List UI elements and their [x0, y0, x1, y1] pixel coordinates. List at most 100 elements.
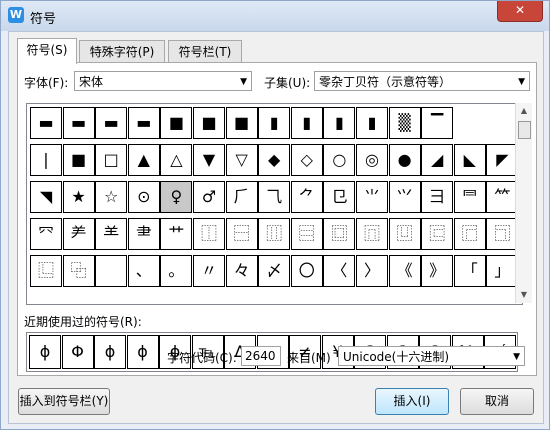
symbol-cell[interactable]: ▒: [388, 107, 421, 139]
symbol-cell[interactable]: ▲: [127, 144, 160, 176]
font-select[interactable]: 宋体 ▼: [74, 71, 252, 91]
symbol-cell[interactable]: 。: [160, 255, 193, 287]
title-bar[interactable]: W 符号 ✕: [1, 1, 549, 31]
window-title: 符号: [30, 12, 57, 27]
symbol-cell[interactable]: ▔: [421, 107, 454, 139]
symbol-cell[interactable]: ⿲: [258, 218, 291, 250]
symbol-cell[interactable]: ■: [225, 107, 258, 139]
subset-select[interactable]: 零杂丁贝符（示意符等） ▼: [314, 71, 530, 91]
symbol-cell[interactable]: □: [95, 144, 128, 176]
from-label: 来自(M): [287, 351, 331, 365]
symbol-cell[interactable]: ⿰: [193, 218, 225, 250]
symbol-cell[interactable]: 」: [486, 255, 519, 287]
symbol-cell[interactable]: ⺾: [160, 218, 193, 250]
symbol-cell[interactable]: ⺻: [127, 218, 160, 250]
char-code-input[interactable]: 2640: [241, 346, 281, 366]
symbol-cell[interactable]: 〆: [258, 255, 291, 287]
symbol-cell[interactable]: ◥: [30, 181, 62, 213]
symbol-cell[interactable]: ▼: [193, 144, 225, 176]
symbol-cell[interactable]: ■: [160, 107, 193, 139]
symbol-cell[interactable]: ☆: [95, 181, 128, 213]
symbol-cell[interactable]: ⿷: [421, 218, 454, 250]
tab-symbol-bar[interactable]: 符号栏(T): [168, 40, 242, 63]
symbol-cell[interactable]: 「: [453, 255, 486, 287]
symbol-cell[interactable]: ▮: [323, 107, 356, 139]
cancel-button[interactable]: 取消: [460, 388, 534, 415]
symbol-cell[interactable]: 、: [127, 255, 160, 287]
scroll-thumb[interactable]: [518, 121, 531, 139]
encoding-select[interactable]: Unicode(十六进制) ▼: [338, 346, 525, 366]
symbol-cell[interactable]: ▬: [95, 107, 128, 139]
symbol-cell[interactable]: ○: [323, 144, 356, 176]
font-label: 字体(F):: [24, 76, 69, 90]
scroll-down-icon[interactable]: ▼: [516, 287, 532, 303]
symbol-cell[interactable]: ♀: [160, 181, 193, 213]
symbol-cell[interactable]: ⺕: [421, 181, 454, 213]
symbol-cell[interactable]: ★: [62, 181, 95, 213]
symbol-grid-scrollbar[interactable]: ▲ ▼: [515, 103, 532, 303]
tab-symbols[interactable]: 符号(S): [17, 38, 77, 64]
symbol-cell[interactable]: ■: [193, 107, 225, 139]
symbol-cell[interactable]: ⿹: [486, 218, 519, 250]
symbol-cell[interactable]: ⺈: [290, 181, 323, 213]
recent-symbol-cell[interactable]: ɸ: [94, 335, 126, 369]
tab-special-characters[interactable]: 特殊字符(P): [79, 40, 165, 63]
symbol-cell[interactable]: 々: [225, 255, 258, 287]
symbol-cell[interactable]: ◎: [356, 144, 388, 176]
symbol-cell[interactable]: △: [160, 144, 193, 176]
insert-button[interactable]: 插入(I): [375, 388, 449, 415]
symbol-cell[interactable]: ■: [62, 144, 95, 176]
symbol-cell[interactable]: ▮: [356, 107, 388, 139]
symbol-cell[interactable]: 〈: [323, 255, 356, 287]
symbol-cell[interactable]: ⺶: [62, 218, 95, 250]
symbol-cell[interactable]: ▬: [62, 107, 95, 139]
close-button[interactable]: ✕: [497, 1, 543, 22]
symbol-cell[interactable]: ◣: [453, 144, 486, 176]
symbol-cell[interactable]: ●: [388, 144, 421, 176]
symbol-cell[interactable]: 》: [421, 255, 454, 287]
symbol-cell[interactable]: ⺜: [453, 181, 486, 213]
symbol-cell[interactable]: 〇: [290, 255, 323, 287]
symbol-dialog: W 符号 ✕ 符号(S) 特殊字符(P) 符号栏(T) 字体(F): 宋体 ▼ …: [0, 0, 550, 430]
font-value: 宋体: [79, 75, 104, 89]
symbol-cell[interactable]: ⺷: [95, 218, 128, 250]
recent-symbol-cell[interactable]: ɸ: [29, 335, 61, 369]
symbol-cell[interactable]: ♂: [193, 181, 225, 213]
symbol-cell[interactable]: ▮: [290, 107, 323, 139]
recent-symbol-cell[interactable]: ɸ: [126, 335, 159, 369]
symbol-cell[interactable]: ⿺: [30, 255, 62, 287]
symbol-cell[interactable]: 〃: [193, 255, 225, 287]
symbol-cell[interactable]: ⺁: [225, 181, 258, 213]
encoding-value: Unicode(十六进制): [343, 350, 450, 364]
symbol-cell[interactable]: 〉: [356, 255, 388, 287]
insert-to-symbol-bar-button[interactable]: 插入到符号栏(Y): [18, 388, 110, 415]
symbol-cell[interactable]: ⿻: [62, 255, 95, 287]
app-icon: W: [8, 7, 24, 23]
symbol-cell[interactable]: ⊙: [127, 181, 160, 213]
symbol-cell[interactable]: ⺳: [30, 218, 62, 250]
symbol-cell[interactable]: ▮: [258, 107, 291, 139]
symbol-cell[interactable]: ⺄: [258, 181, 291, 213]
symbol-cell[interactable]: ◇: [290, 144, 323, 176]
symbol-cell[interactable]: ⿱: [225, 218, 258, 250]
symbol-cell[interactable]: ◆: [258, 144, 291, 176]
symbol-cell[interactable]: ⿵: [356, 218, 388, 250]
symbol-cell[interactable]: ⿸: [453, 218, 486, 250]
symbol-cell[interactable]: ◤: [486, 144, 519, 176]
symbol-cell[interactable]: ⿶: [388, 218, 421, 250]
symbol-cell[interactable]: ⺌: [356, 181, 388, 213]
symbol-cell[interactable]: ▽: [225, 144, 258, 176]
symbol-cell[interactable]: ⿴: [323, 218, 356, 250]
symbol-cell[interactable]: 《: [388, 255, 421, 287]
symbol-cell[interactable]: ◢: [421, 144, 454, 176]
symbol-cell[interactable]: [95, 255, 128, 287]
symbol-cell[interactable]: ⺋: [323, 181, 356, 213]
scroll-up-icon[interactable]: ▲: [516, 103, 532, 119]
symbol-cell[interactable]: ❘: [30, 144, 62, 176]
symbol-cell[interactable]: ⿳: [290, 218, 323, 250]
symbol-cell[interactable]: ▬: [127, 107, 160, 139]
symbol-cell[interactable]: ⺮: [486, 181, 519, 213]
symbol-cell[interactable]: ⺍: [388, 181, 421, 213]
symbol-cell[interactable]: ▬: [30, 107, 62, 139]
recent-symbol-cell[interactable]: Φ: [61, 335, 94, 369]
